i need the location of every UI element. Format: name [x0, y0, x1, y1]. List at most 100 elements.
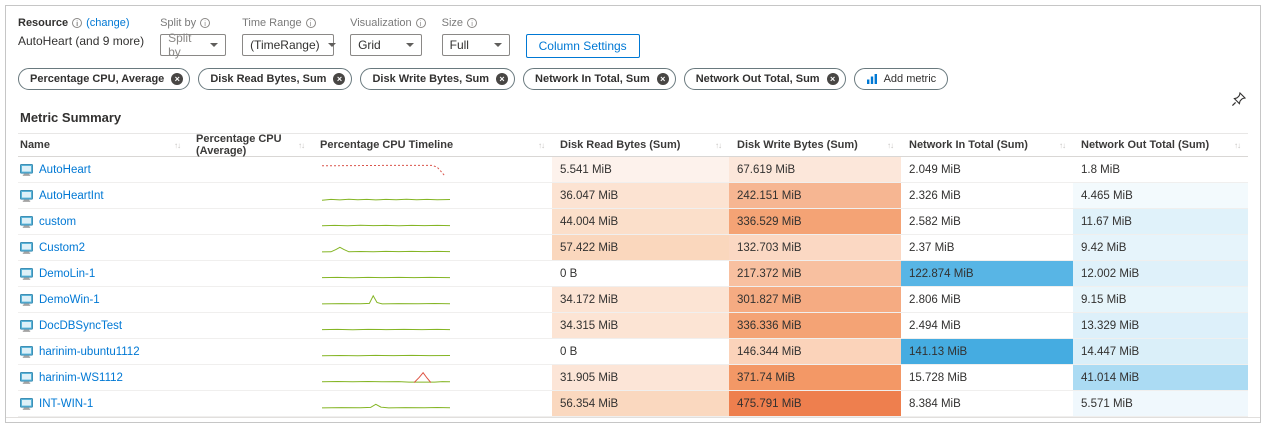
- resource-label: Resource: [18, 17, 68, 29]
- sort-icon: ↑↓: [1059, 141, 1065, 150]
- size-control: Size i Full: [442, 16, 510, 56]
- column-header-label: Percentage CPU Timeline: [320, 139, 453, 151]
- vm-name-link[interactable]: harinim-ubuntu1112: [39, 346, 140, 358]
- cell-network-out: 41.014 MiB: [1073, 365, 1248, 390]
- cell-disk-write: 301.827 MiB: [729, 287, 901, 312]
- cell-name: DemoWin-1: [18, 287, 188, 312]
- column-header-name[interactable]: Name ↑↓: [18, 134, 188, 156]
- info-icon[interactable]: i: [72, 18, 82, 28]
- cell-disk-read: 36.047 MiB: [552, 183, 729, 208]
- vm-name-link[interactable]: custom: [39, 216, 76, 228]
- column-settings-button[interactable]: Column Settings: [526, 34, 640, 58]
- column-header-percentage-cpu-average-[interactable]: Percentage CPU (Average)↑↓: [188, 134, 312, 156]
- split-by-value: Split by: [168, 31, 202, 59]
- cell-cpu-timeline: [312, 183, 552, 208]
- chevron-down-icon: [210, 43, 218, 47]
- resource-picker: Resource i (change) AutoHeart (and 9 mor…: [18, 16, 144, 48]
- vm-icon: [20, 216, 33, 228]
- column-header-label: Disk Read Bytes (Sum): [560, 139, 680, 151]
- metric-pill[interactable]: Percentage CPU, Average×: [18, 68, 190, 90]
- column-header-network-in-total-sum-[interactable]: Network In Total (Sum)↑↓: [901, 134, 1073, 156]
- cell-network-in: 2.582 MiB: [901, 209, 1073, 234]
- cell-cpu-timeline: [312, 391, 552, 416]
- info-icon[interactable]: i: [467, 18, 477, 28]
- vm-name-link[interactable]: INT-WIN-1: [39, 398, 93, 410]
- vm-name-link[interactable]: Custom2: [39, 242, 85, 254]
- table-row: DocDBSyncTest34.315 MiB336.336 MiB2.494 …: [18, 313, 1248, 339]
- table-row: INT-WIN-156.354 MiB475.791 MiB8.384 MiB5…: [18, 391, 1248, 417]
- metric-pill-label: Disk Read Bytes, Sum: [210, 73, 326, 85]
- table-row: DemoWin-134.172 MiB301.827 MiB2.806 MiB9…: [18, 287, 1248, 313]
- column-header-network-out-total-sum-[interactable]: Network Out Total (Sum)↑↓: [1073, 134, 1248, 156]
- cell-cpu-timeline: [312, 287, 552, 312]
- table-row: AutoHeart5.541 MiB67.619 MiB2.049 MiB1.8…: [18, 157, 1248, 183]
- time-range-label: Time Range: [242, 17, 302, 29]
- vm-icon: [20, 268, 33, 280]
- size-dropdown[interactable]: Full: [442, 34, 510, 56]
- column-header-disk-read-bytes-sum-[interactable]: Disk Read Bytes (Sum)↑↓: [552, 134, 729, 156]
- remove-metric-icon[interactable]: ×: [171, 73, 183, 85]
- column-header-disk-write-bytes-sum-[interactable]: Disk Write Bytes (Sum)↑↓: [729, 134, 901, 156]
- sort-icon: ↑↓: [174, 141, 180, 150]
- visualization-dropdown[interactable]: Grid: [350, 34, 422, 56]
- cell-network-in: 8.384 MiB: [901, 391, 1073, 416]
- table-row: AutoHeartInt36.047 MiB242.151 MiB2.326 M…: [18, 183, 1248, 209]
- cell-cpu-average: [188, 391, 312, 416]
- column-header-percentage-cpu-timeline[interactable]: Percentage CPU Timeline ↑↓: [312, 134, 552, 156]
- resource-value: AutoHeart (and 9 more): [18, 34, 144, 48]
- cell-cpu-average: [188, 365, 312, 390]
- vm-icon: [20, 190, 33, 202]
- vm-icon: [20, 320, 33, 332]
- cell-cpu-average: [188, 183, 312, 208]
- split-by-dropdown[interactable]: Split by: [160, 34, 226, 56]
- visualization-value: Grid: [358, 38, 381, 52]
- remove-metric-icon[interactable]: ×: [657, 73, 669, 85]
- split-by-control: Split by i Split by: [160, 16, 226, 56]
- remove-metric-icon[interactable]: ×: [496, 73, 508, 85]
- cell-network-out: 13.329 MiB: [1073, 313, 1248, 338]
- info-icon[interactable]: i: [416, 18, 426, 28]
- done-editing-button[interactable]: Done Editing: [18, 422, 115, 423]
- metric-pill[interactable]: Disk Write Bytes, Sum×: [360, 68, 515, 90]
- workbook-panel: Resource i (change) AutoHeart (and 9 mor…: [5, 5, 1261, 423]
- cell-name: custom: [18, 209, 188, 234]
- cpu-sparkline: [320, 343, 452, 361]
- cell-network-in: 2.326 MiB: [901, 183, 1073, 208]
- remove-metric-icon[interactable]: ×: [333, 73, 345, 85]
- column-header-label: Name: [20, 139, 50, 151]
- info-icon[interactable]: i: [306, 18, 316, 28]
- vm-name-link[interactable]: DemoLin-1: [39, 268, 95, 280]
- vm-icon: [20, 294, 33, 306]
- size-label: Size: [442, 17, 463, 29]
- metric-pills: Percentage CPU, Average× Disk Read Bytes,…: [18, 68, 846, 90]
- cell-disk-read: 5.541 MiB: [552, 157, 729, 182]
- cell-disk-write: 67.619 MiB: [729, 157, 901, 182]
- remove-metric-icon[interactable]: ×: [827, 73, 839, 85]
- cell-network-in: 141.13 MiB: [901, 339, 1073, 364]
- metric-pill[interactable]: Network Out Total, Sum×: [684, 68, 846, 90]
- vm-name-link[interactable]: DemoWin-1: [39, 294, 100, 306]
- info-icon[interactable]: i: [200, 18, 210, 28]
- cpu-sparkline: [320, 369, 452, 387]
- metric-pill[interactable]: Disk Read Bytes, Sum ×: [198, 68, 352, 90]
- metric-pill[interactable]: Network In Total, Sum×: [523, 68, 676, 90]
- change-resource-link[interactable]: (change): [86, 17, 129, 29]
- cell-network-out: 5.571 MiB: [1073, 391, 1248, 416]
- cell-disk-read: 0 B: [552, 339, 729, 364]
- time-range-control: Time Range i (TimeRange): [242, 16, 334, 56]
- table-body: AutoHeart5.541 MiB67.619 MiB2.049 MiB1.8…: [18, 157, 1248, 417]
- vm-name-link[interactable]: AutoHeart: [39, 164, 91, 176]
- add-metric-button[interactable]: Add metric: [854, 68, 949, 90]
- cell-disk-read: 31.905 MiB: [552, 365, 729, 390]
- cell-network-out: 9.42 MiB: [1073, 235, 1248, 260]
- vm-name-link[interactable]: AutoHeartInt: [39, 190, 104, 202]
- time-range-dropdown[interactable]: (TimeRange): [242, 34, 334, 56]
- cpu-sparkline: [320, 317, 452, 335]
- vm-name-link[interactable]: DocDBSyncTest: [39, 320, 122, 332]
- cell-cpu-timeline: [312, 235, 552, 260]
- vm-name-link[interactable]: harinim-WS1112: [39, 372, 123, 384]
- pin-icon[interactable]: [1231, 92, 1246, 108]
- cpu-sparkline: [320, 187, 452, 205]
- cell-network-in: 15.728 MiB: [901, 365, 1073, 390]
- sort-icon: ↑↓: [538, 141, 544, 150]
